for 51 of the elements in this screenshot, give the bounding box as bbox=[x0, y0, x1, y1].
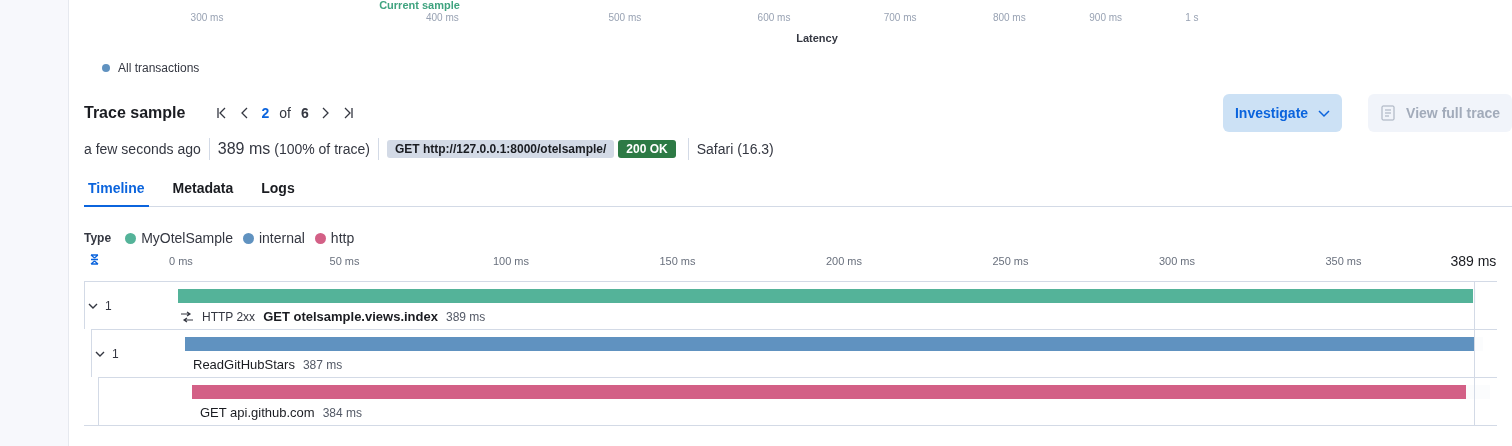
tab[interactable]: Metadata bbox=[168, 171, 238, 207]
span-duration: 387 ms bbox=[302, 357, 343, 372]
document-icon bbox=[1380, 105, 1397, 121]
type-label: internal bbox=[258, 230, 305, 246]
collapse-icon[interactable] bbox=[90, 254, 99, 265]
span-name: GET otelsample.views.index bbox=[263, 309, 438, 324]
axis-tick-label: 800 ms bbox=[992, 12, 1026, 23]
time-tick-label: 250 ms bbox=[992, 255, 1029, 267]
expand-toggle[interactable]: 1 bbox=[94, 346, 119, 361]
type-label: MyOtelSample bbox=[141, 230, 233, 246]
time-tick-label: 150 ms bbox=[659, 255, 696, 267]
duration-value: 389 ms bbox=[217, 140, 271, 158]
timestamp: a few seconds ago bbox=[84, 141, 201, 157]
time-tick-label: 0 ms bbox=[169, 255, 193, 267]
legend-title: Type bbox=[84, 231, 112, 245]
span-duration: 389 ms bbox=[445, 309, 486, 324]
tab[interactable]: Timeline bbox=[84, 171, 149, 207]
axis-tick-label: 300 ms bbox=[190, 12, 224, 23]
current-page: 2 bbox=[260, 105, 271, 121]
time-tick-label: 100 ms bbox=[492, 255, 530, 267]
time-tick-label: 350 ms bbox=[1325, 255, 1362, 267]
investigate-button[interactable]: Investigate bbox=[1222, 94, 1343, 132]
time-tick-label: 200 ms bbox=[825, 255, 863, 267]
axis-tick-label: 500 ms bbox=[608, 12, 642, 23]
chevron-down-icon bbox=[1318, 107, 1331, 119]
span-name: ReadGitHubStars bbox=[193, 357, 295, 372]
span-duration: 384 ms bbox=[322, 405, 362, 420]
type-label: http bbox=[330, 230, 355, 246]
pager-of: of bbox=[278, 105, 292, 121]
axis-tick-label: 600 ms bbox=[757, 12, 791, 23]
user-agent: Safari (16.3) bbox=[696, 141, 774, 157]
request-badge: GET http://127.0.0.1:8000/otelsample/ bbox=[386, 140, 615, 158]
axis-tick-label: 700 ms bbox=[883, 12, 917, 23]
total-duration: 389 ms bbox=[1450, 253, 1497, 269]
arrows-icon bbox=[180, 310, 194, 323]
span-name: GET api.github.com bbox=[200, 405, 315, 420]
page-count: 6 bbox=[299, 105, 310, 121]
expand-toggle[interactable]: 1 bbox=[87, 298, 112, 313]
current-sample-label: Current sample bbox=[379, 0, 460, 11]
section-title: Trace sample bbox=[84, 104, 186, 122]
status-text: HTTP 2xx bbox=[202, 309, 256, 324]
time-tick-label: 50 ms bbox=[329, 255, 360, 267]
tab[interactable]: Logs bbox=[257, 171, 299, 207]
duration-share: (100% of trace) bbox=[274, 141, 370, 157]
axis-title: Latency bbox=[796, 32, 838, 44]
axis-tick-label: 400 ms bbox=[425, 12, 459, 23]
axis-tick-label: 1 s bbox=[1185, 12, 1199, 23]
axis-tick-label: 900 ms bbox=[1089, 12, 1123, 23]
time-tick-label: 300 ms bbox=[1158, 255, 1196, 267]
status-badge: 200 OK bbox=[618, 140, 676, 158]
legend-label: All transactions bbox=[118, 61, 200, 75]
